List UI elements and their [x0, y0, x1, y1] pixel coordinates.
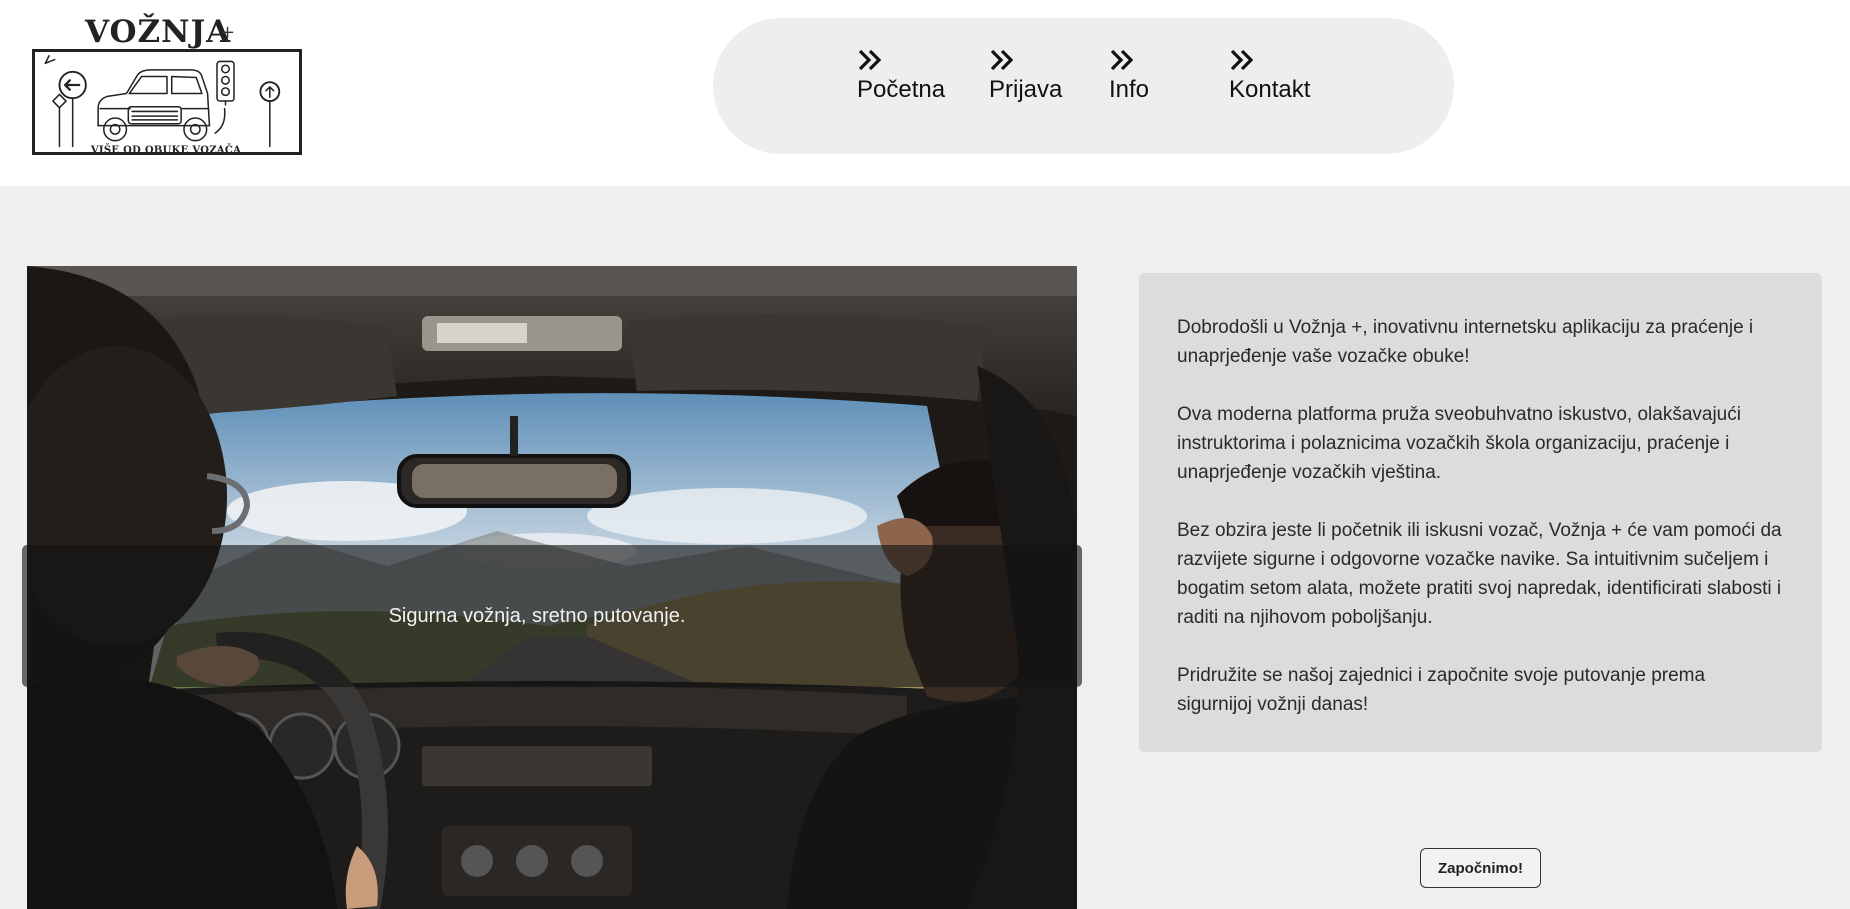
logo-title: VOŽNJA: [85, 14, 232, 50]
nav-item-info[interactable]: Info: [1109, 48, 1149, 104]
logo-illustration: [32, 49, 302, 155]
nav-item-prijava[interactable]: Prijava: [989, 48, 1062, 104]
hero-caption-band: Sigurna vožnja, sretno putovanje.: [22, 545, 1082, 687]
nav-item-kontakt[interactable]: Kontakt: [1229, 48, 1310, 104]
nav-item-label: Prijava: [989, 76, 1063, 103]
double-chevron-right-icon: [990, 49, 1014, 71]
main-navigation: Početna Prijava Info Kontakt: [713, 18, 1454, 154]
start-button[interactable]: Započnimo!: [1420, 848, 1541, 888]
nav-item-pocetna[interactable]: Početna: [857, 48, 945, 104]
site-header: VOŽNJA + VIŠE OD OBUKE VOZAČA Početna Pr…: [0, 0, 1850, 186]
intro-paragraph-3: Bez obzira jeste li početnik ili iskusni…: [1177, 520, 1782, 628]
double-chevron-right-icon: [858, 49, 882, 71]
logo-plus: +: [220, 22, 236, 43]
double-chevron-right-icon: [1230, 49, 1254, 71]
car-and-signs-icon: [44, 55, 281, 148]
brand-logo[interactable]: VOŽNJA + VIŠE OD OBUKE VOZAČA: [30, 14, 305, 164]
nav-item-label: Kontakt: [1229, 76, 1311, 103]
logo-tagline: VIŠE OD OBUKE VOZAČA: [90, 145, 242, 156]
intro-paragraph-2: Ova moderna platforma pruža sveobuhvatno…: [1177, 404, 1741, 483]
hero-caption: Sigurna vožnja, sretno putovanje.: [388, 604, 686, 627]
double-chevron-right-icon: [1110, 49, 1134, 71]
intro-paragraph-1: Dobrodošli u Vožnja +, inovativnu intern…: [1177, 317, 1754, 367]
nav-item-label: Početna: [857, 76, 946, 103]
nav-item-label: Info: [1109, 76, 1150, 103]
intro-card: Dobrodošli u Vožnja +, inovativnu intern…: [1139, 273, 1822, 752]
intro-paragraph-4: Pridružite se našoj zajednici i započnit…: [1177, 665, 1706, 715]
